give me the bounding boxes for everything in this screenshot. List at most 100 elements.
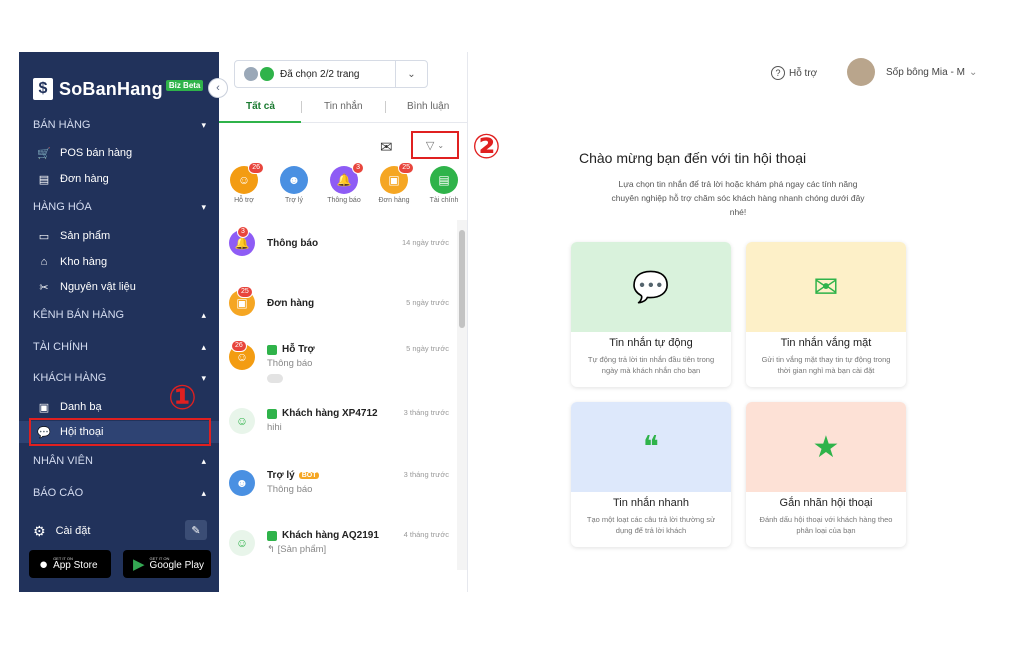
conversation-item[interactable]: ▣ 25 Đơn hàng 5 ngày trước: [219, 286, 459, 346]
sidebar-item-label: Nguyên vật liệu: [60, 281, 136, 293]
filter-button[interactable]: ▽ ⌄: [411, 131, 459, 159]
category-item[interactable]: ▣ 25 Đơn hàng: [369, 162, 419, 204]
conversation-item[interactable]: ☻ Trợ lý BOT 3 tháng trước Thông báo: [219, 470, 459, 526]
collapse-sidebar-button[interactable]: ‹: [208, 78, 228, 98]
card-illustration: ❝: [571, 402, 731, 492]
chevron-up-icon: ▴: [201, 309, 206, 320]
welcome-title: Chào mừng bạn đến với tin hội thoại: [579, 150, 807, 166]
category-label: Hỗ trợ: [234, 197, 254, 204]
app-store-button[interactable]: ● GET IT ON App Store: [29, 550, 111, 578]
section-nhan-vien[interactable]: NHÂN VIÊN ▴: [19, 450, 219, 472]
page-avatar: [260, 67, 274, 81]
page-select-label: Đã chọn 2/2 trang: [280, 68, 360, 80]
category-icon: ▣ 25: [380, 162, 414, 194]
mail-icon[interactable]: ✉: [380, 138, 393, 156]
pencil-icon: ✎: [191, 524, 201, 537]
sidebar-item-label: Sản phẩm: [60, 230, 111, 242]
category-item[interactable]: ▤ Tài chính: [419, 166, 469, 204]
section-label: KHÁCH HÀNG: [33, 372, 107, 384]
category-icon: ☺ 26: [230, 162, 264, 194]
tab-all[interactable]: Tất cả: [246, 101, 275, 112]
brand-badge: Biz Beta: [165, 79, 204, 91]
page-avatar: [244, 67, 258, 81]
google-play-button[interactable]: ▶ GET IT ON Google Play: [123, 550, 211, 578]
card-title: Tin nhắn vắng mặt: [780, 337, 872, 349]
card-title: Tin nhắn nhanh: [612, 497, 690, 509]
google-play-label: Google Play: [149, 560, 205, 571]
tab-comments[interactable]: Bình luận: [407, 101, 449, 112]
conversation-item[interactable]: ☺ Khách hàng AQ2191 4 tháng trước ↰ [Sản ph…: [219, 530, 459, 586]
status-pill: [267, 374, 283, 383]
warehouse-icon: ⌂: [40, 256, 48, 268]
sidebar-item-orders[interactable]: ▤ Đơn hàng: [19, 168, 219, 190]
sidebar-item-products[interactable]: ▭ Sản phẩm: [19, 225, 219, 247]
section-kenh-ban-hang[interactable]: KÊNH BÁN HÀNG ▴: [19, 304, 219, 326]
card-description: Đánh dấu hội thoại với khách hàng theo p…: [759, 515, 893, 535]
sidebar-item-pos[interactable]: 🛒 POS bán hàng: [19, 142, 219, 164]
card-title: Tin nhắn tự động: [609, 337, 693, 349]
conversation-avatar: ☺: [229, 408, 255, 434]
highlight-box-1: [29, 418, 211, 446]
annotation-2: ②: [472, 128, 501, 166]
conversation-item[interactable]: ☺ 26 Hỗ Trợ 5 ngày trước Thông báo: [219, 340, 459, 400]
card-title: Gắn nhãn hội thoại: [779, 497, 873, 509]
chevron-down-icon: ▾: [201, 372, 206, 383]
section-label: TÀI CHÍNH: [33, 341, 88, 353]
sidebar-item-label: POS bán hàng: [60, 147, 133, 159]
category-item[interactable]: ☺ 26 Hỗ trợ: [219, 162, 269, 204]
conversation-item[interactable]: ☺ Khách hàng XP4712 3 tháng trước hihi: [219, 408, 459, 464]
count-badge: 25: [398, 162, 414, 174]
conversation-name: Thông báo: [267, 238, 318, 249]
category-label: Trợ lý: [285, 197, 303, 204]
edit-button[interactable]: ✎: [185, 520, 207, 540]
section-label: HÀNG HÓA: [33, 201, 92, 213]
channel-icon: [267, 344, 277, 355]
conversation-name: Khách hàng XP4712: [267, 408, 378, 419]
chevron-left-icon: ‹: [216, 82, 220, 94]
box-icon: ▭: [38, 230, 50, 243]
conversation-name: Hỗ Trợ: [267, 344, 315, 355]
feature-card[interactable]: ✉ Tin nhắn vắng mặt Gửi tin vắng mặt thay …: [746, 242, 906, 387]
tools-icon: ✂: [39, 281, 49, 294]
section-label: KÊNH BÁN HÀNG: [33, 309, 125, 321]
section-bao-cao[interactable]: BÁO CÁO ▴: [19, 482, 219, 504]
card-description: Tự động trả lời tin nhắn đầu tiên trong …: [587, 355, 715, 375]
bot-badge: BOT: [298, 472, 320, 479]
section-ban-hang[interactable]: BÁN HÀNG ▾: [19, 114, 219, 136]
card-illustration: 💬: [571, 242, 731, 332]
tab-bar: Tất cả Tin nhắn Bình luận: [219, 99, 468, 123]
help-link[interactable]: ? Hỗ trợ: [771, 66, 817, 80]
card-description: Tạo một loạt các câu trả lời thường sử d…: [586, 515, 716, 535]
user-name: Sốp bông Mia - M: [886, 66, 965, 78]
feature-card[interactable]: ★ Gắn nhãn hội thoại Đánh dấu hội thoại vớ…: [746, 402, 906, 547]
sidebar-item-materials[interactable]: ✂ Nguyên vật liệu: [19, 276, 219, 298]
conversation-item[interactable]: 🔔 3 Thông báo 14 ngày trước: [219, 226, 459, 286]
category-label: Thông báo: [327, 197, 361, 204]
feature-card[interactable]: 💬 Tin nhắn tự động Tự động trả lời tin nhắ…: [571, 242, 731, 387]
brand-name: SoBanHang: [59, 78, 163, 99]
feature-card[interactable]: ❝ Tin nhắn nhanh Tạo một loạt các câu trả …: [571, 402, 731, 547]
gear-icon: ⚙: [33, 522, 46, 539]
category-item[interactable]: ☻ Trợ lý: [269, 166, 319, 204]
tab-messages[interactable]: Tin nhắn: [324, 101, 363, 112]
conversation-time: 3 tháng trước: [403, 470, 449, 479]
section-hang-hoa[interactable]: HÀNG HÓA ▾: [19, 196, 219, 218]
sidebar-item-label: Đơn hàng: [60, 173, 109, 185]
avatar: [847, 58, 875, 86]
category-item[interactable]: 🔔 3 Thông báo: [319, 162, 369, 204]
user-menu[interactable]: Sốp bông Mia - M ⌄: [847, 58, 977, 86]
brand[interactable]: $ SoBanHang Biz Beta: [33, 78, 204, 100]
conversation-name-text: Thông báo: [267, 238, 319, 249]
sidebar-item-warehouse[interactable]: ⌂ Kho hàng: [19, 251, 219, 273]
channel-icon: [267, 408, 277, 419]
conversation-preview: Thông báo: [267, 484, 313, 495]
page-select-dropdown[interactable]: Đã chọn 2/2 trang ⌄: [234, 60, 428, 88]
tab-separator: [385, 101, 386, 113]
conversation-preview: Thông báo: [267, 358, 313, 369]
conversation-name-text: Khách hàng XP4712: [282, 408, 378, 419]
question-icon: ?: [771, 66, 785, 80]
section-tai-chinh[interactable]: TÀI CHÍNH ▴: [19, 336, 219, 358]
scrollbar-thumb[interactable]: [459, 230, 465, 328]
channel-icon: [267, 530, 277, 541]
card-illustration: ✉: [746, 242, 906, 332]
